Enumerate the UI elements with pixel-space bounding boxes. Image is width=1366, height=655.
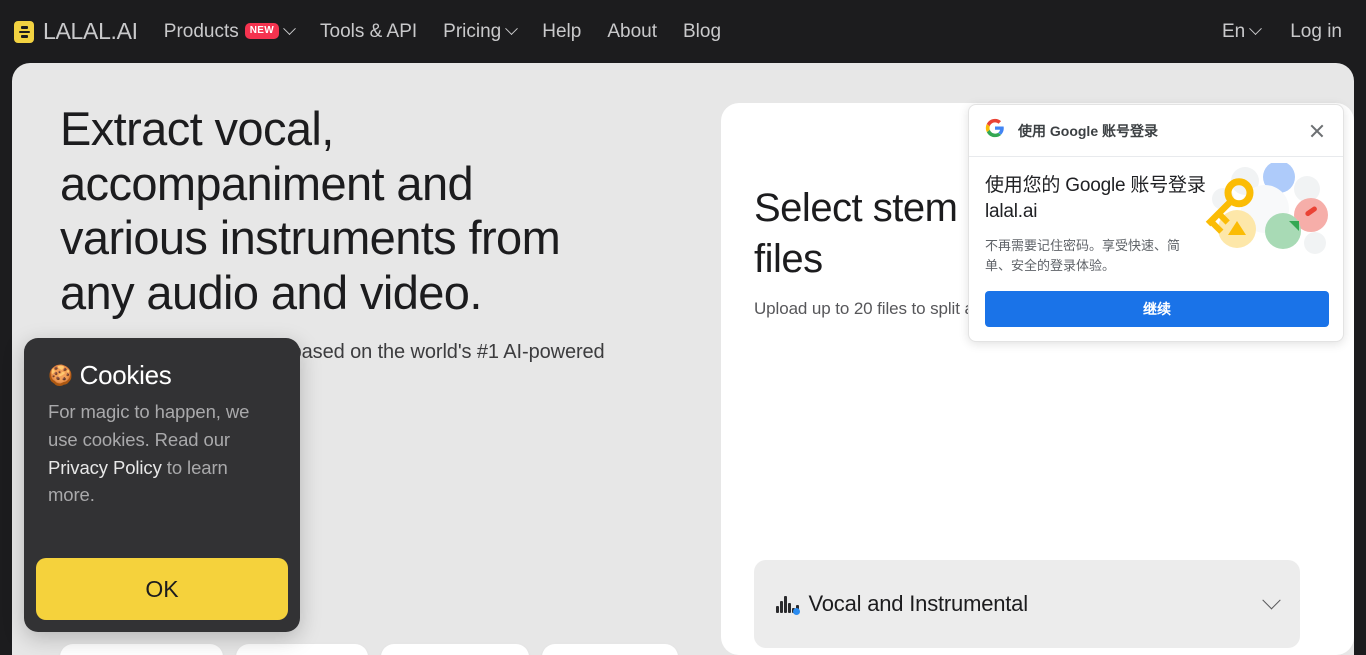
google-one-tap-title: 使用您的 Google 账号登录 lalal.ai	[985, 175, 1206, 222]
nav-item-help-label: Help	[542, 20, 582, 42]
nav-badge-new: NEW	[244, 22, 279, 39]
cookie-text-before: For magic to happen, we use cookies. Rea…	[48, 401, 250, 450]
nav-item-about-label: About	[607, 20, 657, 42]
nav-item-pricing-label: Pricing	[443, 20, 502, 42]
nav-item-tools-api-label: Tools & API	[320, 20, 418, 42]
nav-item-help[interactable]: Help	[542, 21, 581, 43]
list-item[interactable]: ⚡ Super fast	[236, 644, 369, 655]
list-item[interactable]: ✔ Easy to use	[542, 644, 679, 655]
key-bubbles-illustration	[1203, 161, 1333, 259]
nav-item-about[interactable]: About	[607, 21, 657, 43]
nav-item-pricing[interactable]: Pricing	[443, 20, 519, 43]
google-g-icon	[985, 118, 1005, 143]
list-item[interactable]: ♪ Top-rated quality	[60, 644, 224, 655]
nav-item-products[interactable]: Products NEW	[163, 20, 296, 43]
feature-chips-row: ♪ Top-rated quality ⚡ Super fast ▬ Batch…	[60, 644, 679, 655]
brand-logo[interactable]: LALAL.AI	[14, 18, 138, 45]
cookie-icon: 🍪	[48, 364, 73, 387]
google-one-tap-header-title: 使用 Google 账号登录	[1018, 122, 1158, 139]
cookie-dialog-text: For magic to happen, we use cookies. Rea…	[48, 398, 276, 509]
brand-name: LALAL.AI	[43, 18, 138, 44]
google-one-tap-description: 不再需要记住密码。享受快速、简单、安全的登录体验。	[985, 238, 1181, 274]
close-icon[interactable]	[1307, 121, 1327, 141]
top-navigation-bar: LALAL.AI Products NEW Tools & API Pricin…	[0, 0, 1366, 63]
nav-item-blog-label: Blog	[682, 20, 722, 42]
page-title: Extract vocal, accompaniment and various…	[60, 102, 561, 319]
chevron-down-icon	[505, 22, 519, 36]
cookie-dialog-title: Cookies	[79, 360, 172, 390]
google-continue-button[interactable]: 继续	[985, 291, 1329, 327]
privacy-policy-link[interactable]: Privacy Policy	[48, 457, 162, 478]
list-item[interactable]: ▬ Batch upload	[381, 644, 530, 655]
lalal-logo-icon	[14, 20, 34, 43]
stem-select-value: Vocal and Instrumental	[808, 591, 1029, 616]
nav-item-tools-api[interactable]: Tools & API	[320, 21, 417, 43]
nav-links: Products NEW Tools & API Pricing Help Ab…	[164, 21, 721, 43]
nav-item-blog[interactable]: Blog	[683, 21, 721, 43]
cookie-ok-button[interactable]: OK	[36, 558, 288, 620]
language-selector[interactable]: En	[1221, 20, 1263, 43]
google-one-tap-body: 使用您的 Google 账号登录 lalal.ai 不再需要记住密码。享受快速、…	[969, 157, 1343, 277]
cookie-dialog-title-row: 🍪 Cookies	[48, 360, 276, 391]
login-link[interactable]: Log in	[1290, 21, 1342, 43]
login-link-label: Log in	[1290, 20, 1342, 42]
chevron-down-icon	[283, 22, 296, 36]
chevron-down-icon	[1249, 22, 1263, 36]
google-one-tap-dialog: 使用 Google 账号登录 使用您的 Google 账号登录 lalal.ai…	[968, 104, 1344, 342]
cookie-consent-dialog: 🍪 Cookies For magic to happen, we use co…	[24, 338, 300, 632]
nav-right-group: En Log in	[1222, 21, 1352, 43]
chevron-down-icon	[1262, 590, 1281, 609]
language-selector-label: En	[1221, 20, 1246, 42]
stem-select-dropdown[interactable]: Vocal and Instrumental	[754, 560, 1300, 648]
google-one-tap-header: 使用 Google 账号登录	[969, 105, 1343, 157]
waveform-icon	[776, 595, 800, 615]
nav-item-products-label: Products	[163, 20, 239, 42]
